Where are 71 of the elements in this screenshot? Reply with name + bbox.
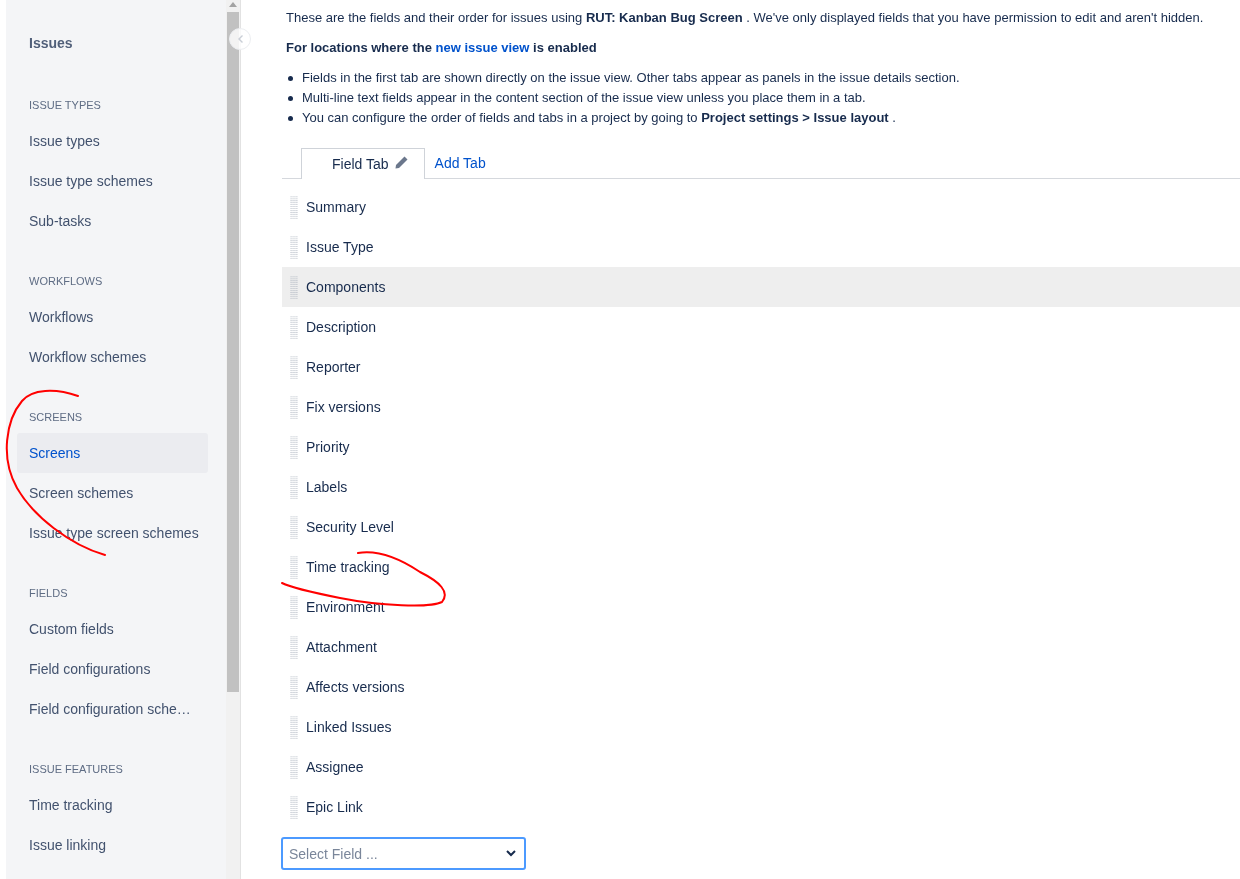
section-heading: WORKFLOWS bbox=[28, 274, 104, 289]
field-label: Reporter bbox=[306, 357, 361, 377]
field-row[interactable]: Components bbox=[282, 267, 1240, 307]
drag-handle-icon[interactable] bbox=[290, 795, 298, 819]
field-label: Priority bbox=[306, 437, 350, 457]
field-label: Environment bbox=[306, 597, 385, 617]
field-label: Affects versions bbox=[306, 677, 405, 697]
drag-handle-icon[interactable] bbox=[290, 275, 298, 299]
drag-handle-icon[interactable] bbox=[290, 715, 298, 739]
bullet-text: Fields in the first tab are shown directly on the issue view. Other tabs appear as panels in the issue details section. bbox=[302, 69, 960, 87]
drag-handle-icon[interactable] bbox=[290, 315, 298, 339]
sidebar-item[interactable]: Field configuration sche… bbox=[17, 689, 208, 729]
field-label: Fix versions bbox=[306, 397, 381, 417]
drag-handle-icon[interactable] bbox=[290, 235, 298, 259]
drag-handle-icon[interactable] bbox=[290, 755, 298, 779]
drag-handle-icon[interactable] bbox=[290, 395, 298, 419]
pencil-icon[interactable] bbox=[394, 156, 408, 169]
field-label: Labels bbox=[306, 477, 348, 497]
scrollbar[interactable] bbox=[226, 0, 240, 879]
section-heading: FIELDS bbox=[28, 586, 69, 601]
intro-text: These are the fields and their order for issues using RUT: Kanban Bug Screen . We've only displayed fields that you have permission to edit and aren't hidden. bbox=[285, 9, 1205, 27]
scroll-up-arrow-icon[interactable] bbox=[229, 2, 237, 7]
field-label: Attachment bbox=[306, 637, 377, 657]
field-label: Time tracking bbox=[306, 557, 390, 577]
sidebar-item[interactable]: Screen schemes bbox=[17, 473, 208, 513]
tab[interactable]: Add Tab bbox=[424, 148, 496, 178]
drag-handle-icon[interactable] bbox=[290, 195, 298, 219]
select-field[interactable]: Select Field ... bbox=[281, 837, 526, 870]
tab[interactable]: Field Tab bbox=[301, 148, 425, 179]
sidebar-item[interactable]: Issue type screen schemes bbox=[17, 513, 208, 553]
drag-handle-icon[interactable] bbox=[290, 675, 298, 699]
bullet-icon bbox=[288, 95, 293, 101]
field-label: Description bbox=[306, 317, 377, 337]
bullet-icon bbox=[288, 115, 293, 121]
notice-heading: For locations where the new issue view is enabled bbox=[285, 39, 598, 57]
sidebar-item[interactable]: Workflow schemes bbox=[17, 337, 208, 377]
field-label: Security Level bbox=[306, 517, 394, 537]
drag-handle-icon[interactable] bbox=[290, 635, 298, 659]
drag-handle-icon[interactable] bbox=[290, 435, 298, 459]
bullet-text: You can configure the order of fields and tabs in a project by going to Project settings > Issue layout . bbox=[302, 109, 896, 127]
sidebar-item[interactable]: Sub-tasks bbox=[17, 201, 208, 241]
sidebar-item[interactable]: Workflows bbox=[17, 297, 208, 337]
drag-handle-icon[interactable] bbox=[290, 555, 298, 579]
drag-handle-icon[interactable] bbox=[290, 595, 298, 619]
sidebar-item[interactable]: Issue linking bbox=[17, 825, 208, 865]
sidebar-item[interactable]: Issue type schemes bbox=[17, 161, 208, 201]
field-label: Components bbox=[306, 277, 386, 297]
new-issue-view-link[interactable]: new issue view bbox=[435, 40, 530, 55]
sidebar-title: Issues bbox=[28, 34, 74, 53]
field-label: Assignee bbox=[306, 757, 364, 777]
field-label: Linked Issues bbox=[306, 717, 392, 737]
collapse-sidebar-button[interactable] bbox=[229, 28, 251, 50]
field-label: Summary bbox=[306, 197, 366, 217]
sidebar-item[interactable]: Screens bbox=[17, 433, 208, 473]
sidebar-item[interactable]: Field configurations bbox=[17, 649, 208, 689]
chevron-down-icon bbox=[506, 850, 516, 857]
section-heading: SCREENS bbox=[28, 410, 84, 425]
field-label: Issue Type bbox=[306, 237, 374, 257]
sidebar-item[interactable]: Issue types bbox=[17, 121, 208, 161]
section-heading: ISSUE TYPES bbox=[28, 98, 102, 113]
drag-handle-icon[interactable] bbox=[290, 355, 298, 379]
sidebar-item[interactable]: Custom fields bbox=[17, 609, 208, 649]
bullet-icon bbox=[288, 75, 293, 81]
bullet-text: Multi-line text fields appear in the content section of the issue view unless you place them in a tab. bbox=[302, 89, 866, 107]
chevron-left-icon bbox=[237, 35, 243, 43]
section-heading: ISSUE FEATURES bbox=[28, 762, 124, 777]
field-label: Epic Link bbox=[306, 797, 363, 817]
drag-handle-icon[interactable] bbox=[290, 515, 298, 539]
sidebar-item[interactable]: Time tracking bbox=[17, 785, 208, 825]
drag-handle-icon[interactable] bbox=[290, 475, 298, 499]
scrollbar-thumb[interactable] bbox=[227, 12, 239, 692]
